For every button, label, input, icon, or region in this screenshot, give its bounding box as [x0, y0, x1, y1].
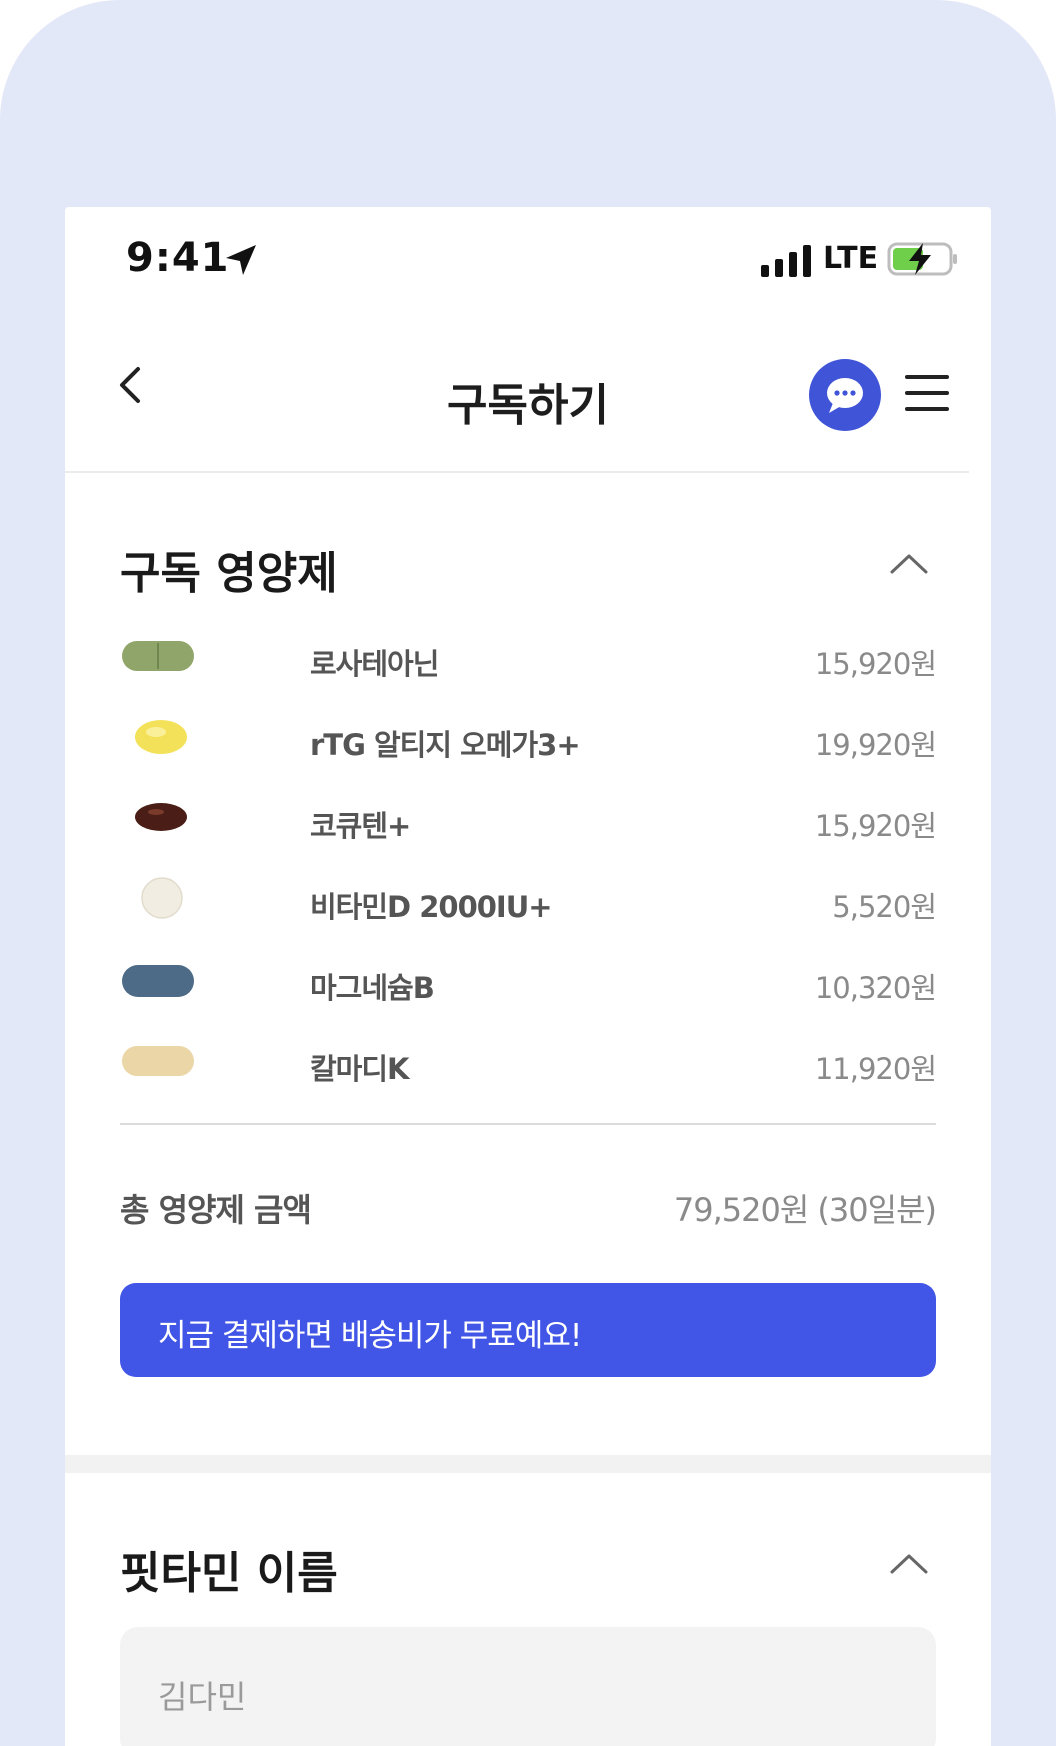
list-item[interactable]: rTG 알티지 오메가3+ 19,920원	[120, 710, 937, 770]
pill-icon	[122, 965, 194, 997]
chat-button[interactable]	[809, 359, 881, 431]
item-name: 비타민D 2000IU+	[310, 890, 553, 924]
item-price: 11,920원	[814, 1052, 937, 1086]
item-price: 10,320원	[814, 971, 937, 1005]
pill-icon	[141, 877, 183, 919]
section-separator	[65, 1455, 991, 1473]
app-header: 구독하기	[65, 307, 991, 471]
total-label: 총 영양제 금액	[120, 1191, 312, 1229]
chevron-up-icon[interactable]	[888, 550, 930, 576]
pill-icon	[122, 1046, 194, 1076]
total-value: 79,520원 (30일분)	[673, 1191, 937, 1229]
battery-charging-icon	[887, 242, 957, 276]
list-item[interactable]: 칼마디K 11,920원	[120, 1034, 937, 1094]
chat-bubble-icon	[827, 378, 863, 413]
name-section-title: 핏타민 이름	[120, 1548, 338, 1599]
item-name: rTG 알티지 오메가3+	[310, 728, 581, 762]
pill-icon	[122, 641, 194, 671]
phone-screen: 9:41 LTE 구독하기 구독 영양제 로사테아닌 15,920원 rTG 알…	[65, 207, 991, 1746]
device-frame: 9:41 LTE 구독하기 구독 영양제 로사테아닌 15,920원 rTG 알…	[0, 0, 1056, 1746]
item-price: 15,920원	[814, 809, 937, 843]
name-input[interactable]: 김다민	[120, 1627, 936, 1746]
item-price: 5,520원	[832, 890, 937, 924]
item-price: 15,920원	[814, 647, 937, 681]
pill-icon	[135, 720, 187, 754]
location-arrow-icon	[226, 245, 256, 275]
subscription-section-title: 구독 영양제	[120, 548, 338, 599]
item-price: 19,920원	[814, 728, 937, 762]
free-shipping-banner[interactable]: 지금 결제하면 배송비가 무료예요!	[120, 1283, 936, 1377]
status-bar: 9:41 LTE	[65, 207, 991, 307]
total-divider	[120, 1123, 936, 1125]
promo-text: 지금 결제하면 배송비가 무료예요!	[158, 1318, 582, 1354]
chevron-up-icon[interactable]	[888, 1550, 930, 1576]
header-divider	[65, 471, 969, 473]
item-name: 로사테아닌	[310, 647, 439, 681]
list-item[interactable]: 코큐텐+ 15,920원	[120, 791, 937, 851]
item-name: 코큐텐+	[310, 809, 411, 843]
status-time: 9:41	[126, 235, 230, 281]
hamburger-menu-icon[interactable]	[903, 371, 951, 415]
name-input-value: 김다민	[158, 1678, 247, 1716]
pill-icon	[135, 803, 187, 831]
item-name: 칼마디K	[310, 1052, 410, 1086]
list-item[interactable]: 마그네슘B 10,320원	[120, 953, 937, 1013]
network-type: LTE	[823, 241, 879, 276]
list-item[interactable]: 비타민D 2000IU+ 5,520원	[120, 872, 937, 932]
signal-strength-icon	[761, 245, 811, 277]
item-name: 마그네슘B	[310, 971, 435, 1005]
list-item[interactable]: 로사테아닌 15,920원	[120, 629, 937, 689]
